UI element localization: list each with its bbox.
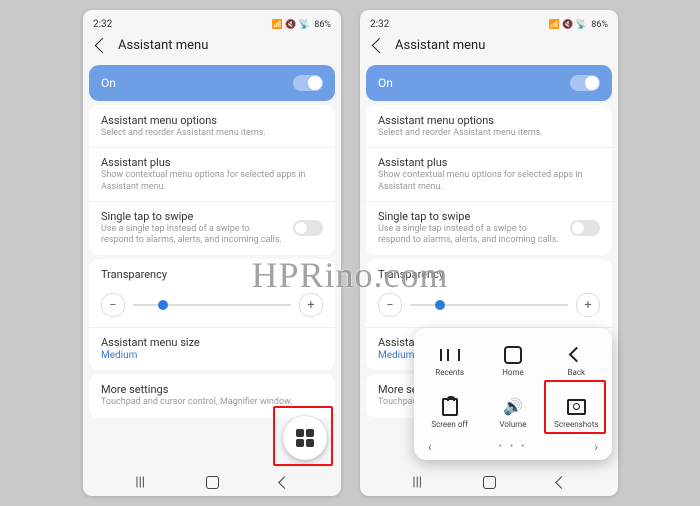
- transparency-slider[interactable]: − +: [89, 289, 335, 327]
- grid-icon: [296, 429, 314, 447]
- nav-back[interactable]: [555, 476, 568, 489]
- phone-right: 2:32 📶 🔇 📡 86% Assistant menu On Assista…: [360, 10, 618, 496]
- main-toggle-label: On: [378, 76, 393, 90]
- page-title: Assistant menu: [395, 38, 485, 53]
- option-assistant-plus[interactable]: Assistant plus Show contextual menu opti…: [89, 147, 335, 201]
- transparency-label: Transparency: [101, 268, 323, 281]
- assistant-fab[interactable]: [283, 416, 327, 460]
- option-single-tap[interactable]: Single tap to swipe Use a single tap ins…: [89, 201, 335, 255]
- plus-button[interactable]: +: [576, 293, 600, 317]
- size-value: Medium: [101, 350, 323, 361]
- popup-screenshots[interactable]: Screenshots: [545, 386, 608, 438]
- slider-track[interactable]: [133, 304, 291, 306]
- option-menu-options[interactable]: Assistant menu options Select and reorde…: [366, 106, 612, 147]
- nav-bar: |||: [83, 468, 341, 496]
- transparency-label: Transparency: [378, 268, 600, 281]
- nav-home[interactable]: [483, 476, 496, 489]
- page-header: Assistant menu: [360, 35, 618, 61]
- phone-left: 2:32 📶 🔇 📡 86% Assistant menu On Assista…: [83, 10, 341, 496]
- popup-volume[interactable]: 🔊 Volume: [481, 386, 544, 438]
- transparency-card: Transparency − + Assistant menu size Med…: [89, 259, 335, 370]
- popup-dots: • • •: [499, 442, 528, 452]
- page-title: Assistant menu: [118, 38, 208, 53]
- lock-icon: [442, 398, 458, 416]
- popup-screen-off[interactable]: Screen off: [418, 386, 481, 438]
- slider-track[interactable]: [410, 304, 568, 306]
- popup-recents[interactable]: Recents: [418, 334, 481, 386]
- more-card: More settings Touchpad and cursor contro…: [89, 374, 335, 417]
- status-time: 2:32: [93, 19, 112, 30]
- option-more-settings[interactable]: More settings Touchpad and cursor contro…: [89, 375, 335, 416]
- assistant-popup: Recents Home Back Screen off 🔊 Volume: [414, 328, 612, 460]
- nav-recents[interactable]: |||: [412, 475, 422, 490]
- popup-next[interactable]: ›: [594, 440, 598, 454]
- minus-button[interactable]: −: [101, 293, 125, 317]
- status-bar: 2:32 📶 🔇 📡 86%: [83, 10, 341, 35]
- nav-back[interactable]: [278, 476, 291, 489]
- option-menu-options[interactable]: Assistant menu options Select and reorde…: [89, 106, 335, 147]
- main-toggle[interactable]: On: [89, 65, 335, 101]
- options-card: Assistant menu options Select and reorde…: [89, 105, 335, 255]
- back-icon[interactable]: [372, 38, 388, 54]
- minus-button[interactable]: −: [378, 293, 402, 317]
- volume-icon: 🔊: [503, 396, 523, 418]
- status-icons: 📶 🔇 📡 86%: [547, 19, 608, 30]
- main-toggle-label: On: [101, 76, 116, 90]
- recents-icon: [440, 349, 460, 361]
- toggle-switch-on[interactable]: [570, 75, 600, 91]
- popup-back[interactable]: Back: [545, 334, 608, 386]
- plus-button[interactable]: +: [299, 293, 323, 317]
- nav-home[interactable]: [206, 476, 219, 489]
- back-icon[interactable]: [95, 38, 111, 54]
- option-assistant-plus[interactable]: Assistant plus Show contextual menu opti…: [366, 147, 612, 201]
- back-arrow-icon: [569, 347, 585, 363]
- home-icon: [504, 346, 522, 364]
- transparency-slider[interactable]: − +: [366, 289, 612, 327]
- page-header: Assistant menu: [83, 35, 341, 61]
- option-single-tap[interactable]: Single tap to swipe Use a single tap ins…: [366, 201, 612, 255]
- popup-home[interactable]: Home: [481, 334, 544, 386]
- slider-thumb[interactable]: [435, 300, 445, 310]
- single-tap-switch[interactable]: [293, 220, 323, 236]
- option-menu-size[interactable]: Assistant menu size Medium: [89, 327, 335, 369]
- status-time: 2:32: [370, 19, 389, 30]
- nav-bar: |||: [360, 468, 618, 496]
- popup-pager: ‹ • • • ›: [418, 438, 608, 458]
- status-icons: 📶 🔇 📡 86%: [270, 19, 331, 30]
- slider-thumb[interactable]: [158, 300, 168, 310]
- single-tap-switch[interactable]: [570, 220, 600, 236]
- toggle-switch-on[interactable]: [293, 75, 323, 91]
- screenshot-icon: [567, 399, 586, 415]
- nav-recents[interactable]: |||: [135, 475, 145, 490]
- status-bar: 2:32 📶 🔇 📡 86%: [360, 10, 618, 35]
- popup-prev[interactable]: ‹: [428, 440, 432, 454]
- main-toggle[interactable]: On: [366, 65, 612, 101]
- options-card: Assistant menu options Select and reorde…: [366, 105, 612, 255]
